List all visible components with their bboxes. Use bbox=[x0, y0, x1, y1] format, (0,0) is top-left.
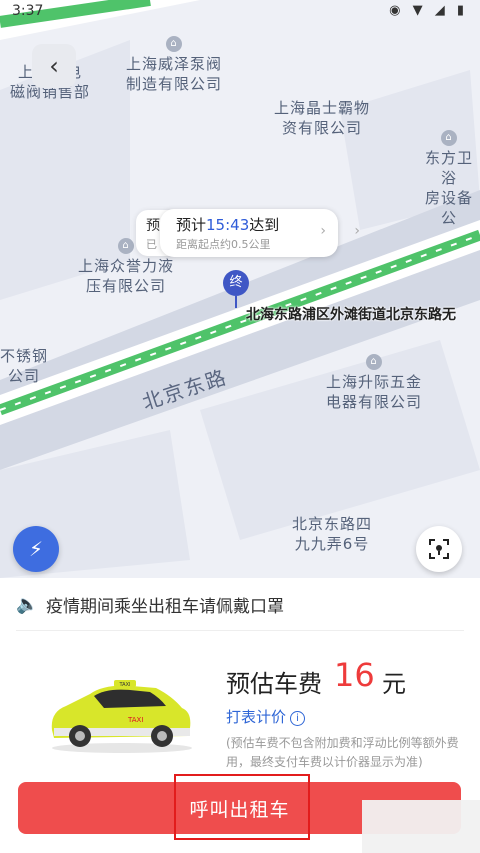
map-view[interactable]: 3:37 ◉ ▼ ◢ ▮ 上海伟电 磁阀销售部 ⌂ 上海威泽泵阀 制造有限公司 … bbox=[0, 0, 480, 578]
status-time: 3:37 bbox=[12, 3, 44, 19]
locate-icon bbox=[429, 539, 449, 559]
fare-label: 预估车费 bbox=[226, 670, 322, 698]
building-pin-icon: ⌂ bbox=[118, 238, 134, 254]
destination-address: 北海东路浦区外滩街道北京东路无 bbox=[246, 307, 456, 323]
back-button[interactable]: ‹ bbox=[32, 44, 76, 88]
eta-bubble[interactable]: 预计15:43达到 距离起点约0.5公里 › › bbox=[160, 209, 360, 257]
poi-shengji[interactable]: ⌂ 上海升际五金 电器有限公司 bbox=[326, 354, 422, 412]
eta-distance: 距离起点约0.5公里 bbox=[176, 238, 271, 251]
poi-jingshi[interactable]: 上海晶士霸物 资有限公司 bbox=[274, 98, 370, 138]
divider bbox=[16, 630, 464, 631]
status-icons: ◉ ▼ ◢ ▮ bbox=[389, 3, 468, 18]
poi-label: 上海升际五金 电器有限公司 bbox=[326, 373, 423, 411]
chevron-left-icon: ‹ bbox=[49, 52, 59, 80]
poi-label: 北京东路四 九九弄6号 bbox=[292, 515, 373, 553]
speaker-icon: 🔈 bbox=[16, 594, 39, 615]
poi-steel[interactable]: 不锈钢 公司 bbox=[0, 346, 48, 386]
safety-shield-button[interactable]: ⚡ bbox=[13, 526, 59, 572]
taxi-car-image: TAXI TAXI bbox=[51, 680, 192, 753]
eta-behind-title: 预 bbox=[146, 218, 160, 234]
poi-label: 上海众誉力液 压有限公司 bbox=[78, 257, 175, 295]
status-bar: 3:37 ◉ ▼ ◢ ▮ bbox=[0, 0, 480, 24]
fare-unit: 元 bbox=[382, 670, 406, 698]
eta-time: 15:43 bbox=[206, 216, 250, 234]
destination-marker-stem bbox=[235, 296, 237, 308]
info-icon: i bbox=[290, 711, 306, 726]
poi-label: 上海威泽泵阀 制造有限公司 bbox=[126, 55, 223, 93]
annotation-highlight-box bbox=[174, 774, 310, 840]
poi-label: 上海晶士霸物 资有限公司 bbox=[274, 99, 371, 137]
watermark-patch bbox=[362, 800, 480, 853]
chevron-right-icon: › bbox=[320, 223, 326, 239]
building-pin-icon: ⌂ bbox=[441, 130, 457, 146]
building-pin-icon: ⌂ bbox=[166, 36, 182, 52]
meter-pricing-link[interactable]: 打表计价 i bbox=[226, 706, 306, 727]
poi-weize-pump[interactable]: ⌂ 上海威泽泵阀 制造有限公司 bbox=[126, 36, 222, 94]
poi-label: 东方卫浴 房设备公 bbox=[424, 149, 473, 227]
eta-prefix: 预计 bbox=[176, 216, 207, 234]
chevron-right-icon: › bbox=[354, 223, 360, 239]
building-pin-icon: ⌂ bbox=[366, 354, 382, 370]
poi-lane[interactable]: 北京东路四 九九弄6号 bbox=[292, 514, 372, 554]
poi-label: 不锈钢 公司 bbox=[0, 347, 49, 385]
svg-text:TAXI: TAXI bbox=[119, 682, 131, 688]
notice-banner: 🔈 疫情期间乘坐出租车请佩戴口罩 bbox=[0, 578, 480, 630]
fare-note: (预估车费不包含附加费和浮动比例等额外费用，最终支付车费以计价器显示为准) bbox=[226, 736, 459, 769]
fare-amount: 16 bbox=[334, 656, 375, 694]
poi-dongfang[interactable]: ⌂ 东方卫浴 房设备公 bbox=[418, 130, 480, 228]
taxi-door-text: TAXI bbox=[127, 716, 143, 724]
eta-behind-sub: 已 bbox=[146, 238, 157, 251]
eta-suffix: 达到 bbox=[249, 216, 280, 234]
destination-marker[interactable]: 终 bbox=[223, 270, 249, 296]
notice-text: 疫情期间乘坐出租车请佩戴口罩 bbox=[46, 597, 284, 617]
meter-pricing-label: 打表计价 bbox=[226, 708, 287, 726]
locate-button[interactable] bbox=[416, 526, 462, 572]
shield-icon: ⚡ bbox=[28, 537, 44, 561]
eta-line: 预计15:43达到 bbox=[176, 214, 279, 235]
